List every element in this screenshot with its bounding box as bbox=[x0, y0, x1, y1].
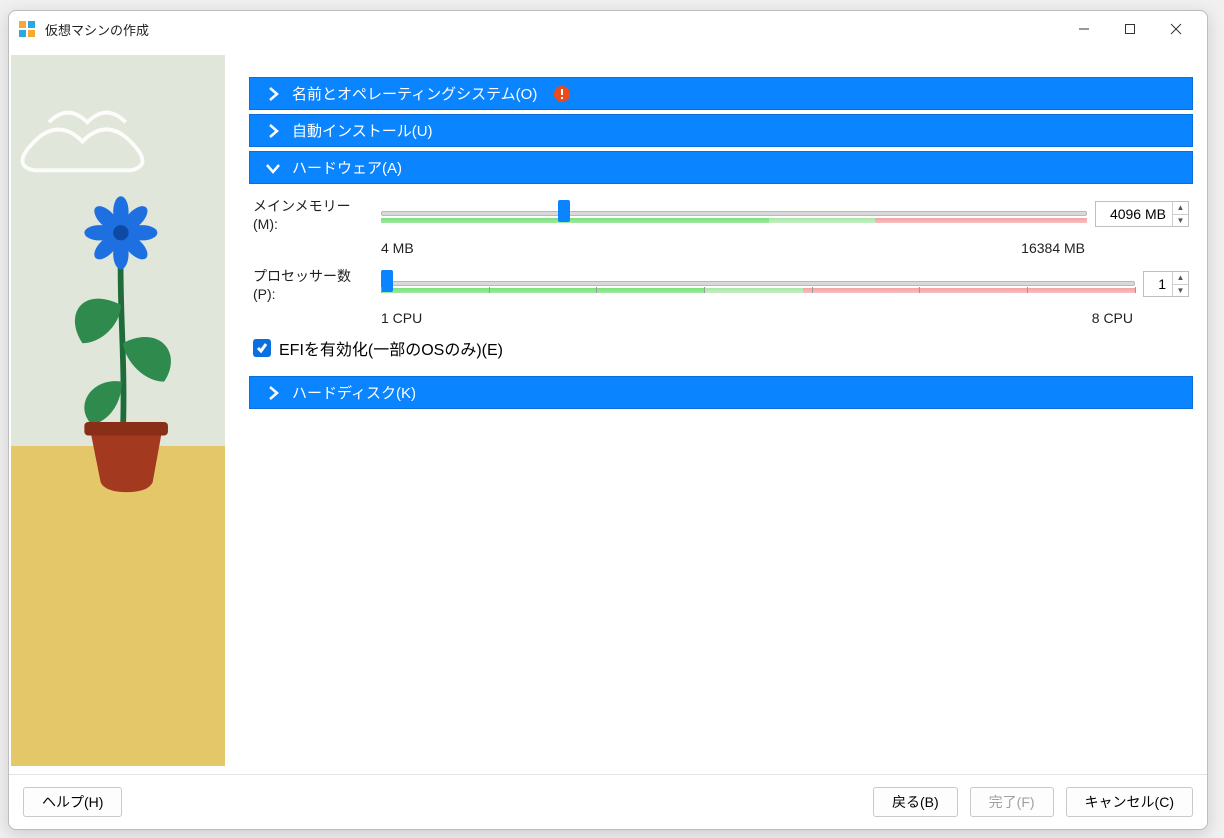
cpu-slider[interactable] bbox=[381, 273, 1135, 295]
section-label: 自動インストール(U) bbox=[292, 120, 433, 141]
finish-button[interactable]: 完了(F) bbox=[970, 787, 1054, 817]
section-label: ハードディスク(K) bbox=[292, 382, 416, 403]
minimize-button[interactable] bbox=[1061, 13, 1107, 45]
back-button[interactable]: 戻る(B) bbox=[873, 787, 958, 817]
efi-label: EFIを有効化(一部のOSのみ)(E) bbox=[279, 336, 503, 360]
memory-max-label: 16384 MB bbox=[1021, 240, 1085, 256]
cpu-spinbox[interactable]: ▲▼ bbox=[1143, 271, 1189, 297]
create-vm-dialog: 仮想マシンの作成 bbox=[8, 10, 1208, 830]
chevron-right-icon bbox=[264, 85, 282, 103]
efi-checkbox[interactable] bbox=[253, 339, 271, 357]
titlebar: 仮想マシンの作成 bbox=[9, 11, 1207, 47]
chevron-right-icon bbox=[264, 122, 282, 140]
memory-row: メインメモリー(M): bbox=[253, 196, 1189, 232]
cancel-button[interactable]: キャンセル(C) bbox=[1066, 787, 1193, 817]
cpu-row: プロセッサー数(P): bbox=[253, 266, 1189, 302]
spin-arrows[interactable]: ▲▼ bbox=[1172, 202, 1188, 226]
cpu-min-label: 1 CPU bbox=[381, 310, 422, 326]
section-name-and-os[interactable]: 名前とオペレーティングシステム(O) bbox=[249, 77, 1193, 110]
memory-slider-thumb[interactable] bbox=[558, 200, 570, 222]
dialog-footer: ヘルプ(H) 戻る(B) 完了(F) キャンセル(C) bbox=[9, 774, 1207, 829]
section-unattended-install[interactable]: 自動インストール(U) bbox=[249, 114, 1193, 147]
help-button[interactable]: ヘルプ(H) bbox=[23, 787, 122, 817]
memory-min-label: 4 MB bbox=[381, 240, 414, 256]
window-title: 仮想マシンの作成 bbox=[45, 20, 1061, 39]
warning-icon bbox=[553, 85, 571, 103]
content-area: 名前とオペレーティングシステム(O) 自動インストール(U) ハードウェア(A) bbox=[249, 47, 1207, 774]
cpu-value-input[interactable] bbox=[1144, 276, 1172, 292]
chevron-down-icon bbox=[264, 159, 282, 177]
section-hardware[interactable]: ハードウェア(A) bbox=[249, 151, 1193, 184]
memory-value-input[interactable] bbox=[1096, 206, 1172, 222]
maximize-button[interactable] bbox=[1107, 13, 1153, 45]
hardware-panel: メインメモリー(M): bbox=[249, 188, 1193, 372]
virtualbox-icon bbox=[17, 19, 37, 39]
cpu-max-label: 8 CPU bbox=[1092, 310, 1133, 326]
memory-spinbox[interactable]: ▲▼ bbox=[1095, 201, 1189, 227]
efi-checkbox-row[interactable]: EFIを有効化(一部のOSのみ)(E) bbox=[253, 336, 1189, 360]
cpu-label: プロセッサー数(P): bbox=[253, 266, 373, 302]
sidebar-illustration bbox=[11, 55, 225, 766]
section-label: 名前とオペレーティングシステム(O) bbox=[292, 83, 537, 104]
section-harddisk[interactable]: ハードディスク(K) bbox=[249, 376, 1193, 409]
chevron-right-icon bbox=[264, 384, 282, 402]
memory-slider[interactable] bbox=[381, 203, 1087, 225]
memory-label: メインメモリー(M): bbox=[253, 196, 373, 232]
section-label: ハードウェア(A) bbox=[292, 157, 402, 178]
spin-arrows[interactable]: ▲▼ bbox=[1172, 272, 1188, 296]
close-button[interactable] bbox=[1153, 13, 1199, 45]
dialog-body: 名前とオペレーティングシステム(O) 自動インストール(U) ハードウェア(A) bbox=[9, 47, 1207, 774]
